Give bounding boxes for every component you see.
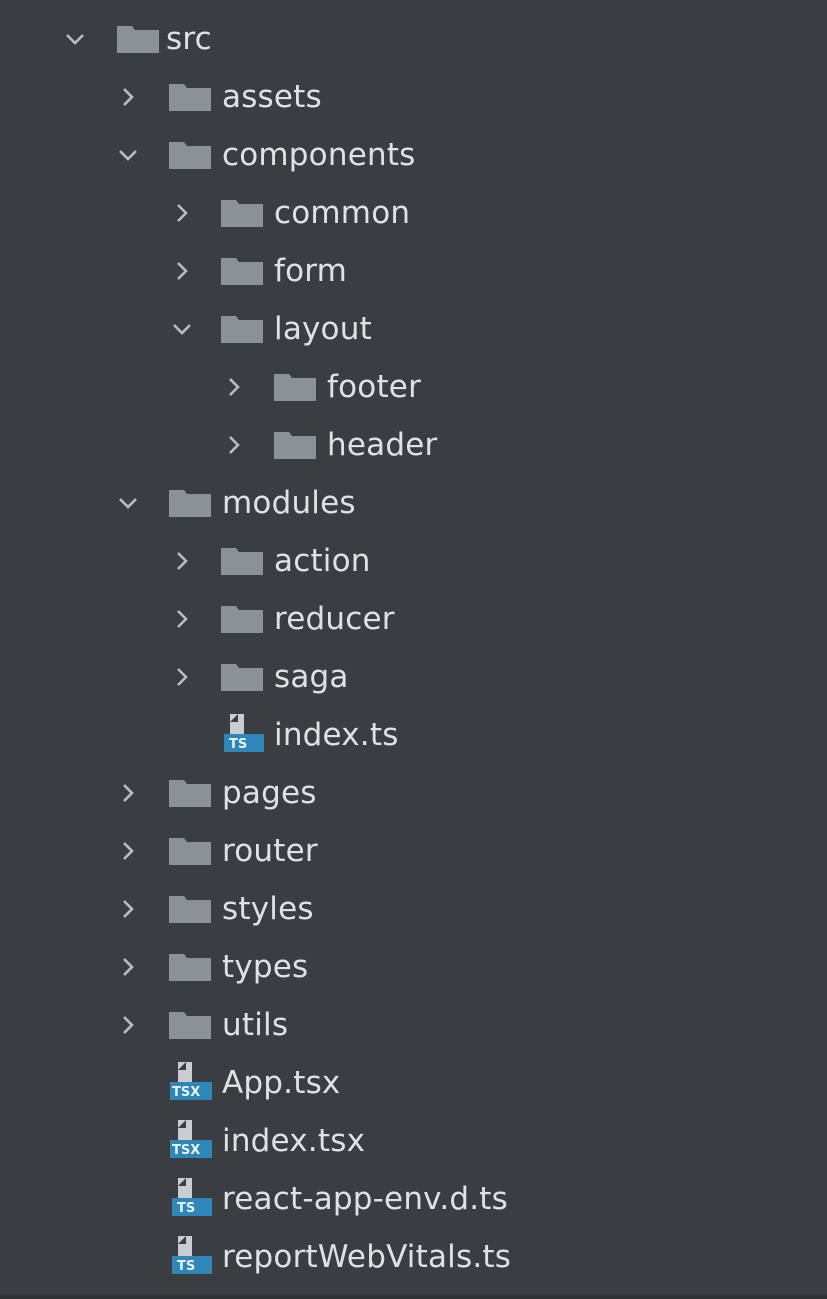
tree-item-label: reportWebVitals.ts [222,1239,512,1275]
folder-icon [220,546,264,576]
chevron-right-icon[interactable] [170,259,194,283]
tree-item-label: types [222,949,309,985]
tsx-badge: TSX [172,1143,200,1158]
chevron-right-icon[interactable] [116,1013,140,1037]
chevron-down-icon[interactable] [63,27,87,51]
tree-folder-utils[interactable]: utils [0,996,827,1054]
typescript-file-icon: TS [220,712,264,758]
tree-item-label: pages [222,775,317,811]
tree-item-label: utils [222,1007,289,1043]
tree-folder-assets[interactable]: assets [0,68,827,126]
chevron-right-icon[interactable] [222,433,246,457]
tree-item-label: reducer [274,601,395,637]
tree-folder-form[interactable]: form [0,242,827,300]
folder-icon [273,430,317,460]
tree-folder-common[interactable]: common [0,184,827,242]
tsx-file-icon: TSX [168,1060,212,1106]
tree-folder-action[interactable]: action [0,532,827,590]
tree-item-label: saga [274,659,349,695]
ts-badge: TS [229,737,247,752]
tree-item-label: assets [222,79,322,115]
tree-item-label: react-app-env.d.ts [222,1181,509,1217]
tree-item-label: index.tsx [222,1123,366,1159]
chevron-right-icon[interactable] [170,549,194,573]
folder-icon [220,198,264,228]
chevron-down-icon[interactable] [170,317,194,341]
tree-item-label: modules [222,485,356,521]
ts-badge: TS [177,1201,195,1216]
folder-icon [220,314,264,344]
tree-file-report-web-vitals[interactable]: TS reportWebVitals.ts [0,1228,827,1286]
folder-icon [168,140,212,170]
folder-icon [220,662,264,692]
folder-icon [168,836,212,866]
tree-item-label: header [327,427,438,463]
tree-folder-modules[interactable]: modules [0,474,827,532]
folder-icon [220,604,264,634]
tree-file-modules-index-ts[interactable]: TS index.ts [0,706,827,764]
tree-file-index-tsx[interactable]: TSX index.tsx [0,1112,827,1170]
chevron-right-icon[interactable] [170,201,194,225]
tree-item-label: action [274,543,371,579]
tree-item-label: styles [222,891,314,927]
folder-icon [168,488,212,518]
tsx-file-icon: TSX [168,1118,212,1164]
typescript-file-icon: TS [168,1234,212,1280]
tree-folder-reducer[interactable]: reducer [0,590,827,648]
bottom-edge [0,1295,827,1299]
folder-icon [273,372,317,402]
folder-icon [220,256,264,286]
tree-folder-footer[interactable]: footer [0,358,827,416]
tree-item-label: footer [327,369,422,405]
tree-folder-types[interactable]: types [0,938,827,996]
folder-icon [168,778,212,808]
chevron-right-icon[interactable] [170,665,194,689]
tree-item-label: components [222,137,416,173]
folder-icon [116,24,160,54]
tree-folder-pages[interactable]: pages [0,764,827,822]
tsx-badge: TSX [172,1085,200,1100]
tree-item-label: App.tsx [222,1065,341,1101]
chevron-right-icon[interactable] [116,781,140,805]
tree-item-label: index.ts [274,717,399,753]
tree-folder-header[interactable]: header [0,416,827,474]
chevron-right-icon[interactable] [116,955,140,979]
tree-folder-components[interactable]: components [0,126,827,184]
chevron-right-icon[interactable] [116,839,140,863]
tree-folder-layout[interactable]: layout [0,300,827,358]
chevron-right-icon[interactable] [170,607,194,631]
ts-badge: TS [177,1259,195,1274]
chevron-down-icon[interactable] [116,491,140,515]
chevron-right-icon[interactable] [116,85,140,109]
folder-icon [168,1010,212,1040]
tree-folder-saga[interactable]: saga [0,648,827,706]
tree-folder-router[interactable]: router [0,822,827,880]
folder-icon [168,952,212,982]
tree-item-label: common [274,195,411,231]
tree-folder-src[interactable]: src [0,10,827,68]
chevron-right-icon[interactable] [116,897,140,921]
chevron-down-icon[interactable] [116,143,140,167]
tree-file-app-tsx[interactable]: TSX App.tsx [0,1054,827,1112]
tree-item-label: router [222,833,318,869]
typescript-file-icon: TS [168,1176,212,1222]
project-file-tree: src assets components common form layout… [0,0,827,1299]
tree-item-label: src [166,21,212,57]
tree-file-react-app-env[interactable]: TS react-app-env.d.ts [0,1170,827,1228]
tree-item-label: layout [274,311,372,347]
folder-icon [168,894,212,924]
tree-folder-styles[interactable]: styles [0,880,827,938]
tree-item-label: form [274,253,348,289]
folder-icon [168,82,212,112]
chevron-right-icon[interactable] [222,375,246,399]
